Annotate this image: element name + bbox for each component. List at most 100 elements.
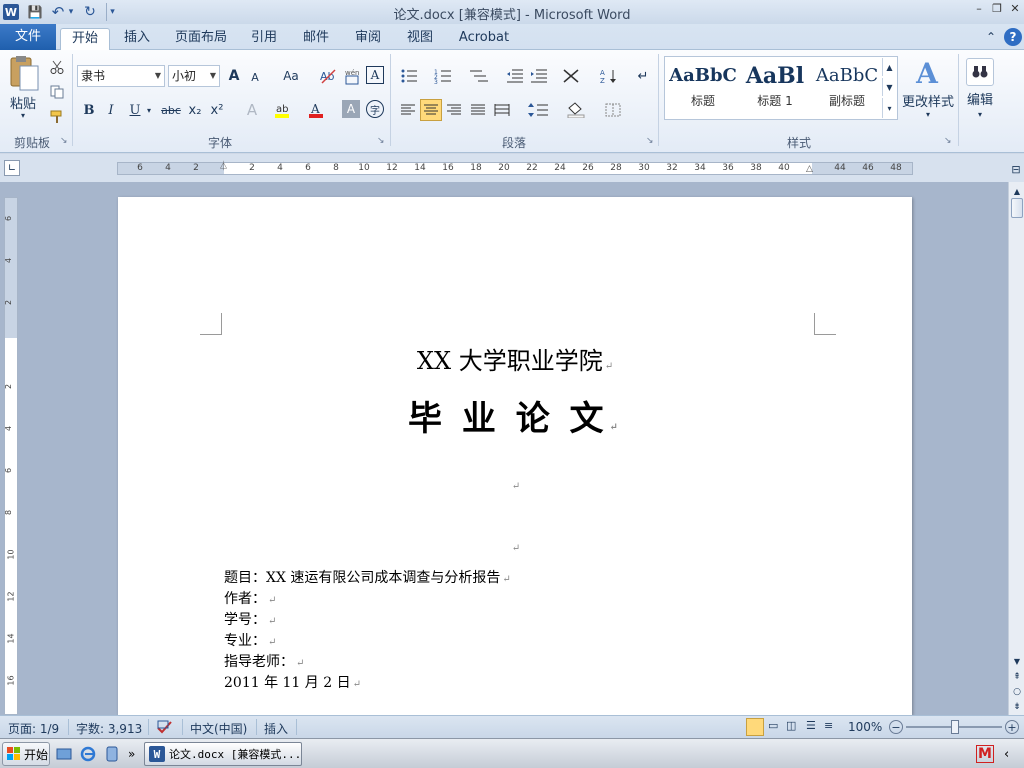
show-marks-icon[interactable]: ↵ [634, 66, 652, 86]
underline-dropdown-icon[interactable]: ▾ [144, 102, 154, 118]
style-heading[interactable]: AaBbC 标题 [668, 60, 738, 112]
tab-view[interactable]: 视图 [400, 28, 440, 50]
decrease-indent-icon[interactable] [504, 66, 526, 86]
styles-scroll-up-icon[interactable]: ▲ [882, 58, 896, 76]
page-count[interactable]: 页面: 1/9 [8, 720, 59, 737]
minimize-button[interactable]: – [970, 2, 988, 20]
editing-button[interactable]: 编辑 [962, 90, 998, 108]
zoom-out-button[interactable]: − [889, 720, 903, 734]
change-styles-button[interactable]: 更改样式 [900, 92, 956, 110]
numbering-icon[interactable]: 123 [432, 66, 458, 86]
restore-button[interactable]: ❐ [988, 2, 1006, 20]
paste-icon[interactable] [6, 56, 40, 92]
tab-mailings[interactable]: 邮件 [296, 28, 336, 50]
zoom-slider-thumb[interactable] [951, 720, 959, 734]
paragraph-launcher-icon[interactable]: ↘ [646, 136, 654, 146]
underline-icon[interactable]: U [126, 100, 144, 120]
right-indent-marker-icon[interactable]: △ [806, 164, 813, 174]
font-name-select[interactable]: 隶书 ▼ [77, 65, 165, 87]
shading-icon[interactable] [564, 100, 590, 120]
shrink-font-icon[interactable]: A [246, 69, 264, 85]
chinese-layout-icon[interactable] [560, 66, 586, 86]
document-page[interactable]: XX 大学职业学院 ↵ 毕 业 论 文 ↵ ↵ ↵ 题目：XX 速运有限公司成本调查… [118, 197, 912, 715]
binoculars-icon[interactable] [966, 58, 994, 86]
scroll-thumb[interactable] [1011, 198, 1023, 218]
grow-font-icon[interactable]: A [224, 67, 244, 85]
insert-mode-indicator[interactable]: 插入 [264, 720, 288, 737]
align-left-icon[interactable] [398, 100, 418, 120]
zoom-in-button[interactable]: + [1005, 720, 1019, 734]
taskbar-word-window-button[interactable]: W 论文.docx [兼容模式... [144, 742, 302, 766]
web-layout-icon[interactable]: ◫ [786, 719, 796, 732]
styles-launcher-icon[interactable]: ↘ [944, 136, 952, 146]
copy-icon[interactable] [48, 83, 66, 101]
styles-scroll-down-icon[interactable]: ▼ [882, 78, 896, 96]
font-size-select[interactable]: 小初 ▼ [168, 65, 220, 87]
scroll-down-icon[interactable]: ▼ [1010, 654, 1024, 668]
tab-acrobat[interactable]: Acrobat [452, 28, 516, 50]
word-count[interactable]: 字数: 3,913 [76, 720, 142, 737]
tab-review[interactable]: 审阅 [348, 28, 388, 50]
start-button[interactable]: 开始 [2, 742, 50, 766]
quicklaunch-more-icon[interactable]: » [128, 742, 135, 766]
style-heading-1[interactable]: AaBl 标题 1 [740, 60, 810, 112]
tab-home[interactable]: 开始 [60, 28, 110, 51]
browse-object-icon[interactable]: ○ [1010, 685, 1024, 699]
print-layout-view-icon[interactable] [746, 718, 764, 736]
proofing-icon[interactable] [156, 720, 174, 737]
cut-icon[interactable] [48, 58, 66, 76]
phonetic-guide-icon[interactable]: wén [342, 66, 362, 86]
align-right-icon[interactable] [444, 100, 464, 120]
change-case-icon[interactable]: Aa [278, 67, 304, 85]
justify-icon[interactable] [468, 100, 488, 120]
outline-view-icon[interactable]: ☰ [806, 719, 816, 732]
tray-expand-icon[interactable]: ‹ [1004, 742, 1009, 766]
minimize-ribbon-icon[interactable]: ⌃ [984, 29, 998, 45]
bold-icon[interactable]: B [80, 100, 98, 120]
paste-button[interactable]: 粘贴 [8, 94, 38, 112]
next-page-icon[interactable]: ⇟ [1010, 700, 1024, 714]
help-icon[interactable]: ? [1004, 28, 1022, 46]
font-launcher-icon[interactable]: ↘ [377, 136, 385, 146]
scroll-up-icon[interactable]: ▲ [1010, 184, 1024, 198]
change-styles-dropdown-icon[interactable]: ▾ [920, 108, 936, 120]
italic-icon[interactable]: I [102, 100, 120, 120]
draft-view-icon[interactable]: ≡ [824, 719, 833, 732]
view-ruler-icon[interactable]: ⊟ [1008, 160, 1024, 178]
tab-page-layout[interactable]: 页面布局 [170, 28, 232, 50]
show-desktop-icon[interactable] [56, 742, 72, 766]
line-spacing-icon[interactable] [526, 100, 552, 120]
clipboard-launcher-icon[interactable]: ↘ [60, 136, 68, 146]
tab-insert[interactable]: 插入 [116, 28, 158, 50]
distributed-icon[interactable] [492, 100, 512, 120]
editing-dropdown-icon[interactable]: ▾ [972, 108, 988, 120]
increase-indent-icon[interactable] [528, 66, 550, 86]
previous-page-icon[interactable]: ⇞ [1010, 670, 1024, 684]
subscript-icon[interactable]: x₂ [186, 100, 204, 120]
vertical-scrollbar[interactable]: ▲ ▼ ⇞ ○ ⇟ [1008, 182, 1024, 715]
tab-selector-icon[interactable]: ∟ [4, 160, 20, 176]
align-center-icon[interactable] [420, 99, 442, 121]
borders-icon[interactable] [600, 100, 626, 120]
highlight-icon[interactable]: ab [272, 100, 292, 120]
horizontal-ruler[interactable]: 6 4 2 2 4 6 8 10 12 14 16 18 20 22 24 26 28 30 32 34 36 38 40 4… [117, 162, 913, 175]
strikethrough-icon[interactable]: abc [160, 100, 182, 120]
ie-browser-icon[interactable] [80, 742, 96, 766]
multilevel-list-icon[interactable] [466, 66, 492, 86]
style-subtitle[interactable]: AaBbC 副标题 [812, 60, 882, 112]
text-effects-icon[interactable]: A [242, 100, 262, 120]
clear-format-icon[interactable]: Ab [318, 66, 338, 86]
change-styles-icon[interactable]: A [910, 56, 944, 90]
full-screen-reading-icon[interactable]: ▭ [768, 719, 778, 732]
enclose-characters-icon[interactable]: 字 [366, 100, 384, 118]
character-border-icon[interactable]: A [366, 66, 384, 84]
styles-more-icon[interactable]: ▾ [882, 98, 896, 118]
sort-icon[interactable]: AZ [598, 66, 620, 86]
zoom-level[interactable]: 100% [848, 720, 882, 734]
tab-references[interactable]: 引用 [244, 28, 284, 50]
tab-file[interactable]: 文件 [0, 24, 56, 50]
paste-dropdown-icon[interactable]: ▾ [14, 110, 32, 120]
close-button[interactable]: ✕ [1006, 2, 1024, 20]
character-shading-icon[interactable]: A [342, 100, 360, 118]
superscript-icon[interactable]: x² [208, 100, 226, 120]
